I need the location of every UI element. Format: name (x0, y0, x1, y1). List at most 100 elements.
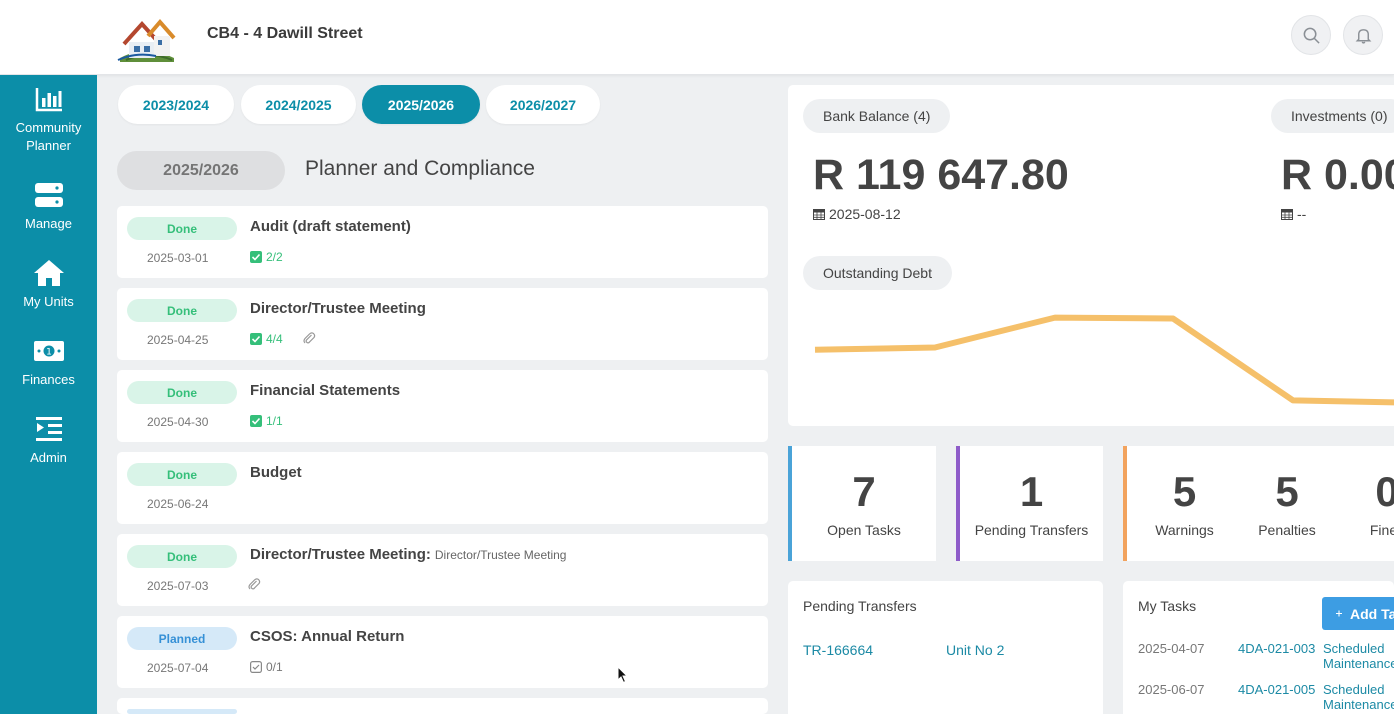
checklist-text: 0/1 (266, 660, 283, 674)
planner-item-title: Audit (draft statement) (250, 218, 411, 235)
checklist-text: 4/4 (266, 332, 283, 346)
warnings-label: Warnings (1155, 522, 1214, 538)
planner-item-title: Director/Trustee Meeting (250, 300, 426, 317)
outstanding-debt-chip[interactable]: Outstanding Debt (803, 256, 952, 290)
checkbox-checked-icon (250, 251, 262, 263)
fines-label: Fines (1369, 522, 1394, 538)
sidebar-item-label: Community Planner (15, 120, 82, 153)
svg-text:1: 1 (46, 348, 52, 358)
status-badge: Done (127, 299, 237, 322)
checkbox-checked-icon (250, 333, 262, 345)
search-button[interactable] (1291, 15, 1331, 55)
penalties-count: 5 (1275, 468, 1299, 515)
stat-warnings[interactable]: 5 Warnings (1127, 446, 1242, 561)
task-type-link[interactable]: Scheduled Maintenance (1323, 641, 1394, 671)
planner-item-title-text: Director/Trustee Meeting: (250, 546, 431, 563)
plus-icon (1336, 610, 1343, 617)
status-badge: Done (127, 381, 237, 404)
my-tasks-title: My Tasks (1138, 598, 1197, 614)
paperclip-icon[interactable] (247, 577, 261, 591)
investments-amount: R 0.00 (1281, 151, 1394, 199)
planner-item-date: 2025-07-03 (147, 579, 209, 593)
sidebar-item-my-units[interactable]: My Units (0, 259, 97, 311)
checkbox-icon (250, 661, 262, 673)
add-task-button[interactable]: Add Task (1322, 597, 1394, 630)
list-indent-icon (35, 417, 62, 441)
stat-penalties[interactable]: 5 Penalties (1232, 446, 1342, 561)
task-date: 2025-06-07 (1138, 682, 1205, 697)
transfer-unit-link[interactable]: Unit No 2 (946, 642, 1004, 658)
checklist-count: 1/1 (250, 414, 283, 428)
open-tasks-label: Open Tasks (827, 522, 901, 538)
planner-item[interactable]: Planned 2025-07-04 CSOS: Annual Return 0… (117, 616, 768, 688)
sidebar: Community Planner Manage My Units 1 Fina… (0, 75, 97, 714)
planner-item-partial[interactable] (117, 698, 768, 714)
penalties-label: Penalties (1258, 522, 1316, 538)
status-badge: Done (127, 217, 237, 240)
checklist-text: 2/2 (266, 250, 283, 264)
transfer-ref-link[interactable]: TR-166664 (803, 642, 873, 658)
fines-count: 0 (1332, 468, 1394, 516)
planner-item[interactable]: Done 2025-06-24 Budget (117, 452, 768, 524)
mouse-cursor-icon (617, 666, 629, 684)
search-icon (1303, 27, 1320, 44)
paperclip-icon[interactable] (302, 331, 316, 345)
task-type-link[interactable]: Scheduled Maintenance (1323, 682, 1394, 712)
sidebar-item-finances[interactable]: 1 Finances (0, 337, 97, 389)
planner-item[interactable]: Done 2025-03-01 Audit (draft statement) … (117, 206, 768, 278)
task-code-link[interactable]: 4DA-021-003 (1238, 641, 1315, 656)
year-tab-2024-2025[interactable]: 2024/2025 (241, 85, 356, 124)
task-type-line2: Maintenance (1323, 697, 1394, 712)
task-type-line1: Scheduled (1323, 641, 1385, 656)
task-type-line1: Scheduled (1323, 682, 1385, 697)
year-tab-2025-2026[interactable]: 2025/2026 (362, 85, 480, 124)
planner-item[interactable]: Done 2025-04-30 Financial Statements 1/1 (117, 370, 768, 442)
checklist-count: 4/4 (250, 332, 283, 346)
year-tab-2023-2024[interactable]: 2023/2024 (118, 85, 234, 124)
add-task-label: Add Task (1350, 605, 1394, 622)
pending-transfers-panel: Pending Transfers TR-166664 Unit No 2 (788, 581, 1103, 714)
bank-balance-chip[interactable]: Bank Balance (4) (803, 99, 951, 133)
stat-compliance-group: 5 Warnings 5 Penalties 0 Fines (1123, 446, 1394, 561)
planner-item-date: 2025-04-30 (147, 415, 209, 429)
home-icon (33, 260, 64, 286)
pending-transfers-label: Pending Transfers (974, 522, 1089, 538)
planner-item-date: 2025-06-24 (147, 497, 209, 511)
stat-pending-transfers[interactable]: 1 Pending Transfers (956, 446, 1103, 561)
planner-item-title: Budget (250, 464, 302, 481)
bank-balance-date-text: 2025-08-12 (829, 206, 901, 222)
stat-fines[interactable]: 0 Fines (1332, 446, 1394, 561)
investments-date: -- (1281, 206, 1306, 222)
checklist-count: 2/2 (250, 250, 283, 264)
money-icon: 1 (33, 341, 64, 361)
pending-transfers-count: 1 (1019, 468, 1044, 515)
planner-item-title: Director/Trustee Meeting: Director/Truste… (250, 546, 566, 563)
investments-chip[interactable]: Investments (0) (1271, 99, 1394, 133)
planner-item-date: 2025-04-25 (147, 333, 209, 347)
top-header: CB4 - 4 Dawill Street (0, 0, 1394, 75)
outstanding-debt-trend-line (814, 314, 1394, 406)
sidebar-item-label: Manage (25, 216, 72, 231)
sidebar-item-manage[interactable]: Manage (0, 181, 97, 233)
warnings-count: 5 (1172, 468, 1197, 515)
planner-item[interactable]: Done 2025-07-03 Director/Trustee Meeting… (117, 534, 768, 606)
task-code-link[interactable]: 4DA-021-005 (1238, 682, 1315, 697)
logo-house-icon[interactable] (116, 14, 178, 64)
year-tab-2026-2027[interactable]: 2026/2027 (486, 85, 600, 124)
sidebar-item-community-planner[interactable]: Community Planner (0, 85, 97, 155)
calendar-icon (813, 209, 825, 220)
bar-chart-icon (35, 88, 62, 112)
stat-open-tasks[interactable]: 7 Open Tasks (788, 446, 936, 561)
task-date: 2025-04-07 (1138, 641, 1205, 656)
notifications-button[interactable] (1343, 15, 1383, 55)
sidebar-item-admin[interactable]: Admin (0, 415, 97, 467)
task-type-line2: Maintenance (1323, 656, 1394, 671)
planner-item-date: 2025-07-04 (147, 661, 209, 675)
debt-trend-path (814, 314, 1394, 406)
sidebar-item-label: Finances (22, 372, 75, 387)
status-badge: Planned (127, 627, 237, 650)
open-tasks-count: 7 (852, 468, 876, 515)
planner-item-title: Financial Statements (250, 382, 401, 399)
planner-item[interactable]: Done 2025-04-25 Director/Trustee Meeting… (117, 288, 768, 360)
page-title: Planner and Compliance (305, 157, 535, 180)
